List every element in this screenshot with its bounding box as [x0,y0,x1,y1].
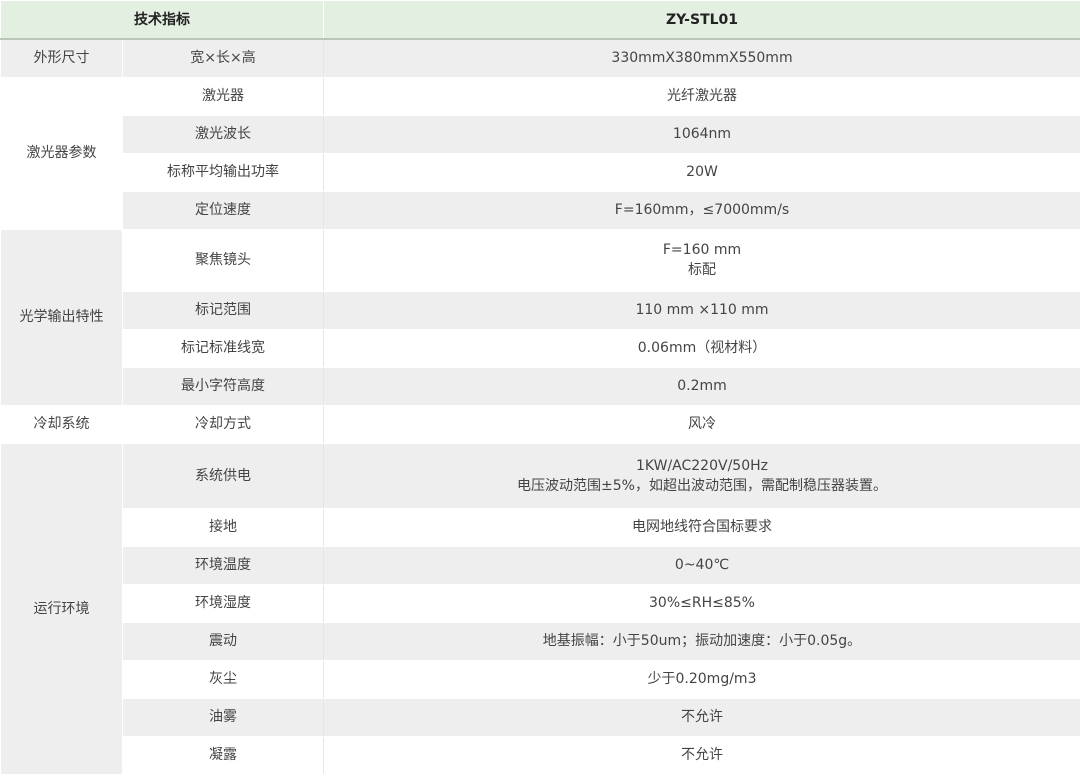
row-value: 1064nm [323,114,1080,154]
table-row: 冷却系统 冷却方式 风冷 [0,404,1080,444]
row-value: 0~40℃ [323,545,1080,585]
row-value: 不允许 [323,735,1080,775]
row-label: 环境湿度 [122,583,324,623]
table-row: 激光波长 1064nm [1,114,1080,154]
row-label: 油雾 [122,697,324,737]
row-value: 20W [323,152,1080,192]
row-value: 0.06mm（视材料） [323,328,1080,368]
table-row: 外形尺寸 宽×长×高 330mmX380mmX550mm [0,38,1080,78]
row-value: 0.2mm [323,366,1080,406]
header-spec-title: 技术指标 [0,0,324,40]
row-value: 30%≤RH≤85% [323,583,1080,623]
row-value: 不允许 [323,697,1080,737]
row-value: F=160 mm 标配 [323,228,1080,292]
row-value: F=160mm，≤7000mm/s [323,190,1080,230]
table-row: 油雾 不允许 [1,697,1080,737]
group-cooling: 冷却系统 [0,404,123,444]
table-row: 接地 电网地线符合国标要求 [1,507,1080,547]
row-value: 1KW/AC220V/50Hz 电压波动范围±5%，如超出波动范围，需配制稳压器… [323,442,1080,509]
table-row: 标记标准线宽 0.06mm（视材料） [1,328,1080,368]
row-label: 最小字符高度 [122,366,324,406]
spec-table: 技术指标 ZY-STL01 外形尺寸 宽×长×高 330mmX380mmX550… [0,0,1080,775]
table-row: 激光器参数 激光器 光纤激光器 [0,76,1080,230]
row-value: 光纤激光器 [323,76,1080,116]
value-line-1: F=160 mm [662,242,742,258]
row-label: 震动 [122,621,324,661]
row-label: 冷却方式 [122,404,324,444]
header-row: 技术指标 ZY-STL01 [0,0,1080,40]
row-value: 地基振幅：小于50um；振动加速度：小于0.05g。 [323,621,1080,661]
row-label: 标记范围 [122,290,324,330]
table-row: 灰尘 少于0.20mg/m3 [1,659,1080,699]
table-row: 运行环境 系统供电 1KW/AC220V/50Hz 电压波动范围±5%，如超出波… [0,442,1080,775]
group-environment: 运行环境 [0,442,123,775]
group-laser: 激光器参数 [0,76,123,230]
row-label: 聚焦镜头 [122,228,324,292]
row-label: 激光器 [122,76,324,116]
value-line-2: 电压波动范围±5%，如超出波动范围，需配制稳压器装置。 [517,477,887,494]
group-size: 外形尺寸 [0,38,123,78]
table-row: 标称平均输出功率 20W [1,152,1080,192]
row-label: 定位速度 [122,190,324,230]
table-row: 环境湿度 30%≤RH≤85% [1,583,1080,623]
row-value: 少于0.20mg/m3 [323,659,1080,699]
row-label: 标称平均输出功率 [122,152,324,192]
row-label: 环境温度 [122,545,324,585]
row-label: 凝露 [122,735,324,775]
table-row: 凝露 不允许 [1,735,1080,775]
row-label: 标记标准线宽 [122,328,324,368]
table-row: 最小字符高度 0.2mm [1,366,1080,406]
table-row: 环境温度 0~40℃ [1,545,1080,585]
row-value: 风冷 [323,404,1080,444]
row-label: 宽×长×高 [122,38,324,78]
row-label: 灰尘 [122,659,324,699]
row-label: 接地 [122,507,324,547]
row-value: 330mmX380mmX550mm [323,38,1080,78]
row-value: 电网地线符合国标要求 [323,507,1080,547]
table-row: 光学输出特性 聚焦镜头 F=160 mm 标配 [0,228,1080,406]
row-label: 系统供电 [122,442,324,509]
row-label: 激光波长 [122,114,324,154]
value-line-2: 标配 [688,262,716,278]
table-row: 震动 地基振幅：小于50um；振动加速度：小于0.05g。 [1,621,1080,661]
row-value: 110 mm ×110 mm [323,290,1080,330]
value-line-1: 1KW/AC220V/50Hz [636,457,768,474]
header-model: ZY-STL01 [323,0,1080,40]
table-row: 定位速度 F=160mm，≤7000mm/s [1,190,1080,230]
table-row: 标记范围 110 mm ×110 mm [1,290,1080,330]
group-optics: 光学输出特性 [0,228,123,406]
